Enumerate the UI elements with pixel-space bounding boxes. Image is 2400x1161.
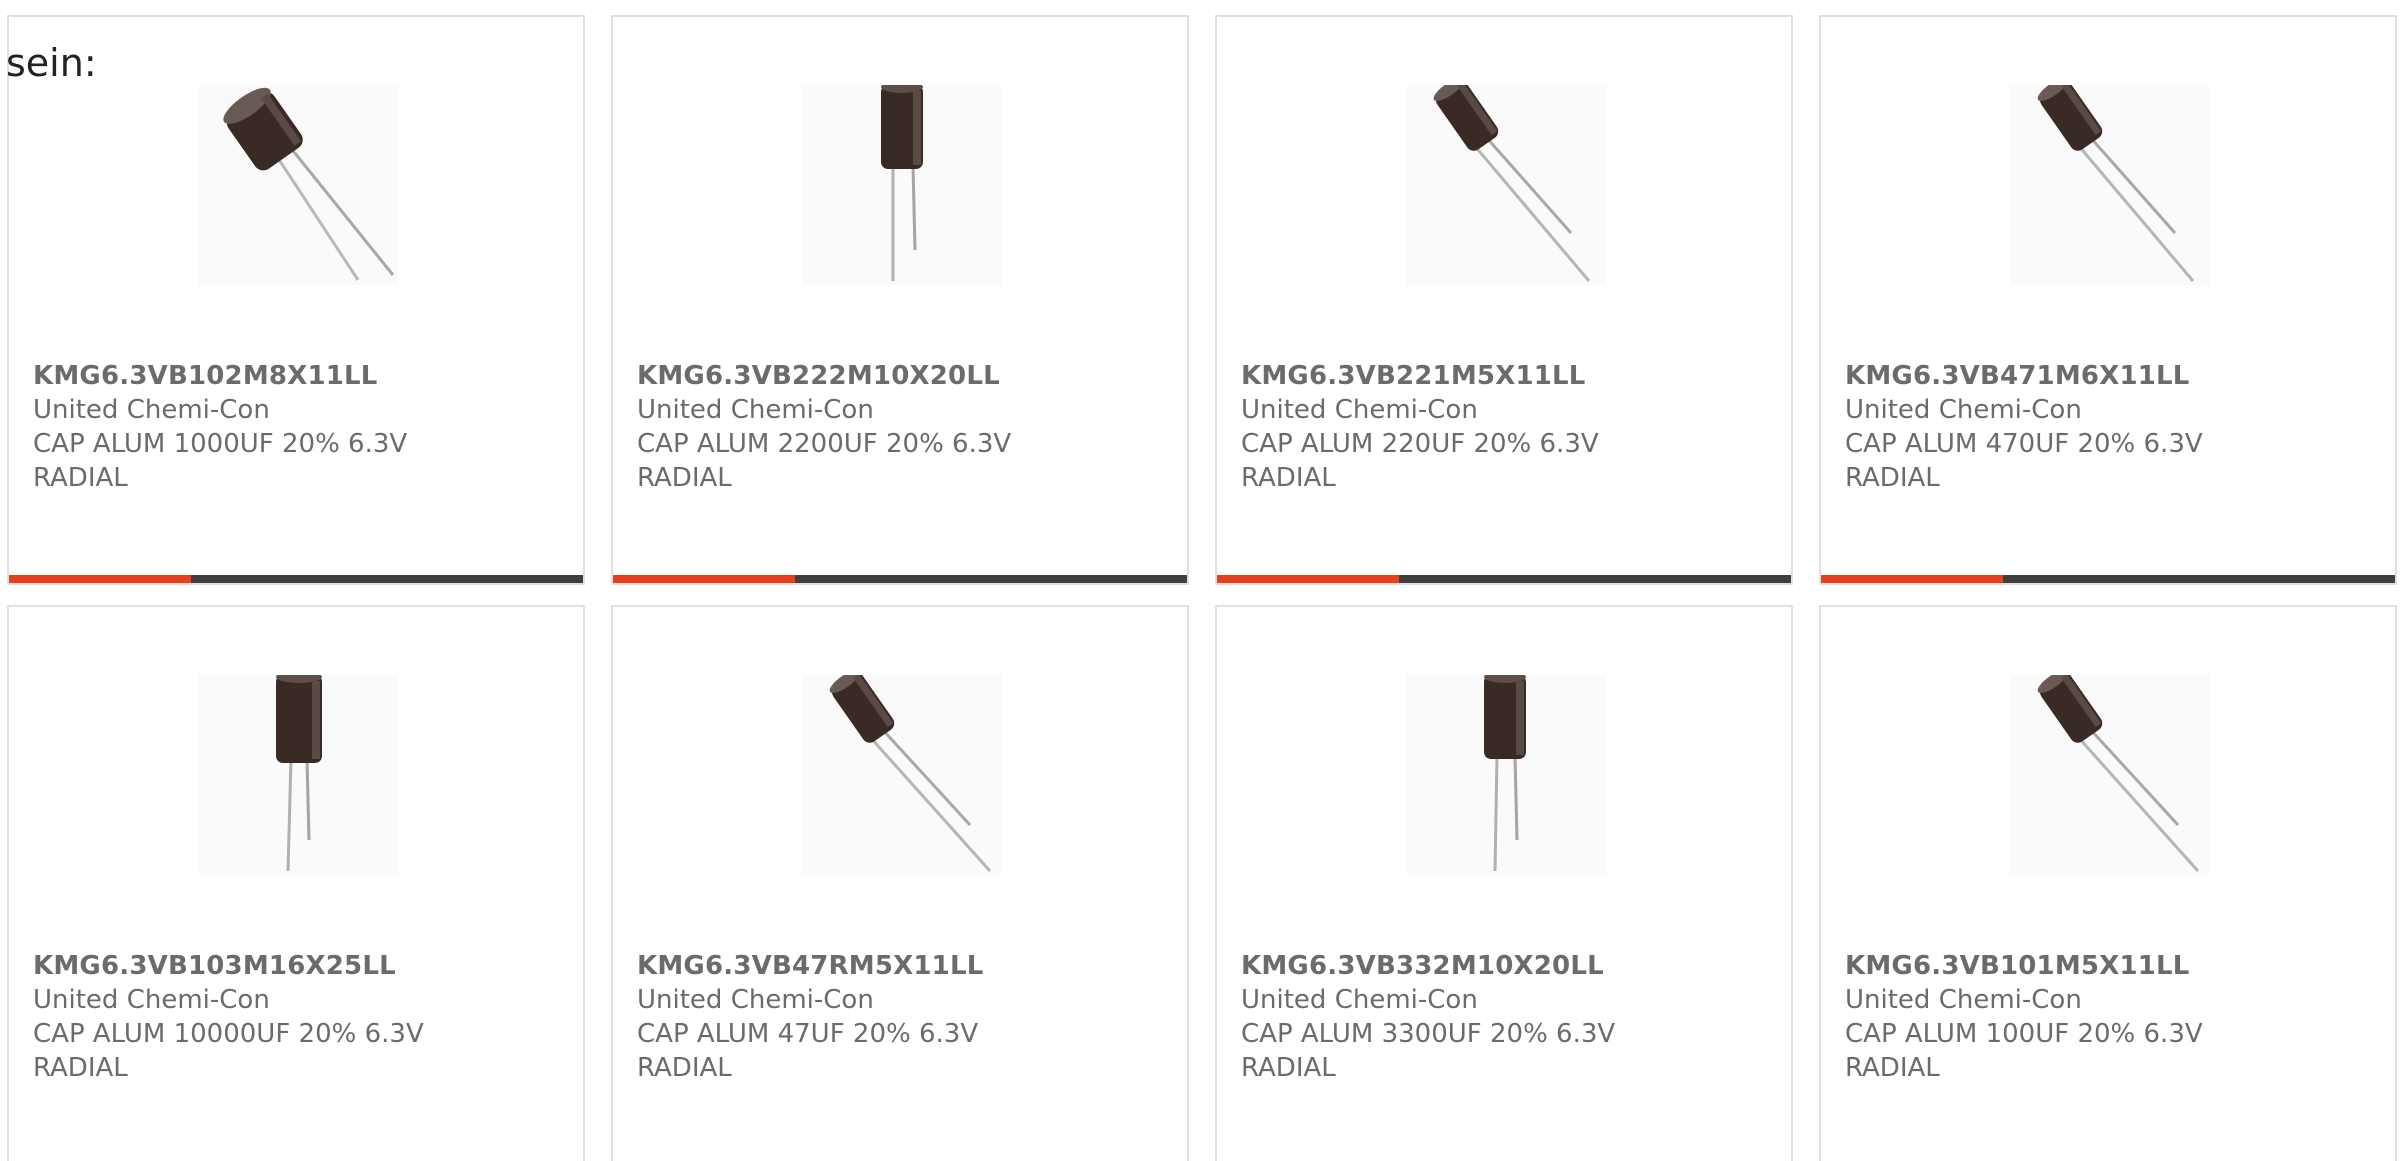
description: CAP ALUM 100UF 20% 6.3V — [1845, 1019, 2203, 1049]
product-image[interactable] — [2010, 85, 2210, 285]
product-card[interactable]: KMG6.3VB102M8X11LL United Chemi-Con CAP … — [7, 15, 585, 585]
description-package: RADIAL — [637, 1053, 732, 1083]
description: CAP ALUM 10000UF 20% 6.3V — [33, 1019, 424, 1049]
product-info: KMG6.3VB47RM5X11LL United Chemi-Con CAP … — [637, 949, 1167, 1085]
product-image[interactable] — [2010, 675, 2210, 875]
capacitor-tilted-icon — [829, 675, 992, 873]
card-accent-bar — [1217, 575, 1399, 583]
manufacturer: United Chemi-Con — [33, 985, 270, 1015]
description: CAP ALUM 2200UF 20% 6.3V — [637, 429, 1012, 459]
manufacturer: United Chemi-Con — [1241, 985, 1478, 1015]
product-image[interactable] — [198, 85, 398, 285]
part-number[interactable]: KMG6.3VB221M5X11LL — [1241, 359, 1771, 393]
part-number[interactable]: KMG6.3VB47RM5X11LL — [637, 949, 1167, 983]
part-number[interactable]: KMG6.3VB103M16X25LL — [33, 949, 563, 983]
manufacturer: United Chemi-Con — [637, 395, 874, 425]
card-bottom-bar — [9, 575, 583, 583]
product-info: KMG6.3VB103M16X25LL United Chemi-Con CAP… — [33, 949, 563, 1085]
capacitor-upright-icon — [1484, 675, 1526, 872]
product-info: KMG6.3VB101M5X11LL United Chemi-Con CAP … — [1845, 949, 2375, 1085]
product-card[interactable]: KMG6.3VB332M10X20LL United Chemi-Con CAP… — [1215, 605, 1793, 1161]
capacitor-tilted-icon — [223, 87, 395, 281]
description: CAP ALUM 47UF 20% 6.3V — [637, 1019, 979, 1049]
manufacturer: United Chemi-Con — [1241, 395, 1478, 425]
product-card[interactable]: KMG6.3VB471M6X11LL United Chemi-Con CAP … — [1819, 15, 2397, 585]
product-card[interactable]: KMG6.3VB47RM5X11LL United Chemi-Con CAP … — [611, 605, 1189, 1161]
card-accent-bar — [9, 575, 191, 583]
page: sein: KMG6.3VB102M8X11LL United Chemi-Co… — [0, 0, 2400, 1161]
part-number[interactable]: KMG6.3VB222M10X20LL — [637, 359, 1167, 393]
capacitor-tilted-icon — [2037, 675, 2200, 873]
capacitor-tilted-icon — [2037, 85, 2195, 282]
manufacturer: United Chemi-Con — [637, 985, 874, 1015]
description: CAP ALUM 1000UF 20% 6.3V — [33, 429, 408, 459]
product-info: KMG6.3VB221M5X11LL United Chemi-Con CAP … — [1241, 359, 1771, 495]
product-image[interactable] — [198, 675, 398, 875]
product-image[interactable] — [1406, 85, 1606, 285]
manufacturer: United Chemi-Con — [1845, 985, 2082, 1015]
product-card[interactable]: KMG6.3VB101M5X11LL United Chemi-Con CAP … — [1819, 605, 2397, 1161]
product-info: KMG6.3VB102M8X11LL United Chemi-Con CAP … — [33, 359, 563, 495]
part-number[interactable]: KMG6.3VB101M5X11LL — [1845, 949, 2375, 983]
description: CAP ALUM 3300UF 20% 6.3V — [1241, 1019, 1616, 1049]
manufacturer: United Chemi-Con — [33, 395, 270, 425]
description-package: RADIAL — [33, 463, 128, 493]
card-bottom-bar — [613, 575, 1187, 583]
part-number[interactable]: KMG6.3VB102M8X11LL — [33, 359, 563, 393]
product-grid: KMG6.3VB102M8X11LL United Chemi-Con CAP … — [7, 15, 2397, 1161]
capacitor-tilted-icon — [1433, 85, 1591, 282]
description-package: RADIAL — [1845, 1053, 1940, 1083]
product-card[interactable]: KMG6.3VB221M5X11LL United Chemi-Con CAP … — [1215, 15, 1793, 585]
description-package: RADIAL — [33, 1053, 128, 1083]
description-package: RADIAL — [1845, 463, 1940, 493]
manufacturer: United Chemi-Con — [1845, 395, 2082, 425]
capacitor-upright-icon — [276, 675, 322, 872]
part-number[interactable]: KMG6.3VB471M6X11LL — [1845, 359, 2375, 393]
capacitor-upright-icon — [881, 85, 923, 281]
product-image[interactable] — [802, 675, 1002, 875]
product-image[interactable] — [802, 85, 1002, 285]
description: CAP ALUM 220UF 20% 6.3V — [1241, 429, 1599, 459]
description-package: RADIAL — [637, 463, 732, 493]
product-card[interactable]: KMG6.3VB222M10X20LL United Chemi-Con CAP… — [611, 15, 1189, 585]
card-accent-bar — [1821, 575, 2003, 583]
product-image[interactable] — [1406, 675, 1606, 875]
product-info: KMG6.3VB471M6X11LL United Chemi-Con CAP … — [1845, 359, 2375, 495]
description-package: RADIAL — [1241, 463, 1336, 493]
product-info: KMG6.3VB222M10X20LL United Chemi-Con CAP… — [637, 359, 1167, 495]
description-package: RADIAL — [1241, 1053, 1336, 1083]
part-number[interactable]: KMG6.3VB332M10X20LL — [1241, 949, 1771, 983]
product-card[interactable]: KMG6.3VB103M16X25LL United Chemi-Con CAP… — [7, 605, 585, 1161]
description: CAP ALUM 470UF 20% 6.3V — [1845, 429, 2203, 459]
product-info: KMG6.3VB332M10X20LL United Chemi-Con CAP… — [1241, 949, 1771, 1085]
card-bottom-bar — [1821, 575, 2395, 583]
card-accent-bar — [613, 575, 795, 583]
card-bottom-bar — [1217, 575, 1791, 583]
intro-text: sein: — [6, 41, 97, 85]
